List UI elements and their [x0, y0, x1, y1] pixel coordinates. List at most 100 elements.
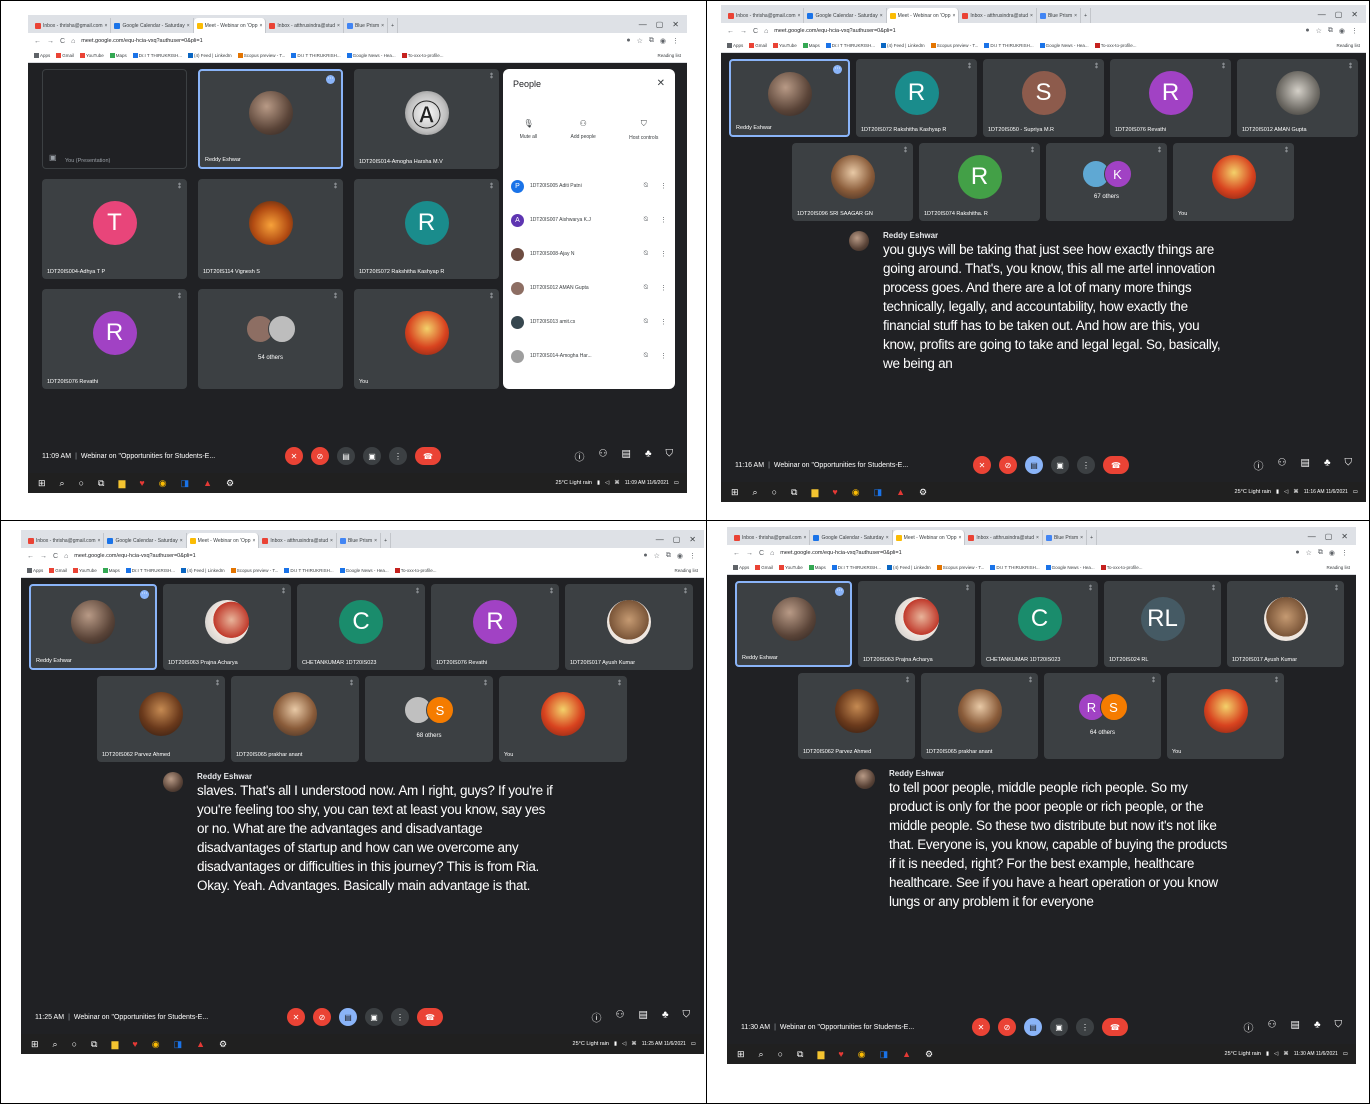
minimize-button[interactable]: — [1308, 532, 1316, 541]
participant-tile[interactable]: ⁑ RL 1DT20IS024 RL [1104, 581, 1221, 667]
pin-icon[interactable]: ⁑ [1152, 677, 1155, 684]
security-icon[interactable]: ♥ [139, 478, 144, 488]
volume-icon[interactable]: ◁ [1274, 1051, 1278, 1057]
tab-close-icon[interactable]: × [1074, 13, 1077, 19]
bookmark-item[interactable]: (4) Feed | LinkedIn [881, 43, 925, 49]
profile-icon[interactable]: ◉ [1329, 549, 1335, 557]
notifications-icon[interactable]: ▭ [674, 480, 679, 486]
participant-tile[interactable]: ⁑ S 68 others [365, 676, 493, 762]
participant-tile[interactable]: ⁑ K 67 others [1046, 143, 1167, 221]
pin-icon[interactable]: ⁑ [1212, 585, 1215, 592]
tab-close-icon[interactable]: × [330, 538, 333, 544]
camera-off-button[interactable]: ⊘ [999, 456, 1017, 474]
minimize-button[interactable]: — [656, 535, 664, 544]
participant-tile[interactable]: ⋯ Reddy Eshwar [729, 59, 850, 137]
file-explorer-icon[interactable]: ▆ [111, 1039, 118, 1050]
participant-tile[interactable]: ⁑ S 1DT20IS050 - Supriya M.R [983, 59, 1104, 137]
profile-icon[interactable]: ◉ [1339, 27, 1345, 35]
camera-icon[interactable]: ● [643, 552, 647, 560]
participant-tile[interactable]: ⁑ R 1DT20IS074 Rakshitha. R [919, 143, 1040, 221]
file-explorer-icon[interactable]: ▆ [817, 1049, 824, 1060]
pin-icon[interactable]: ⁑ [490, 73, 493, 80]
mic-off-icon[interactable]: ⍉ [644, 352, 648, 360]
people-list-item[interactable]: 1DT20IS014-Amogha Har... ⍉ ⋮ [511, 339, 667, 373]
language-icon[interactable]: ⌘ [614, 480, 620, 486]
participant-tile[interactable]: ⁑ You [499, 676, 627, 762]
back-icon[interactable]: ← [27, 553, 34, 560]
captions-button[interactable]: ▤ [337, 447, 355, 465]
system-clock[interactable]: 11:25 AM 11/6/2021 [642, 1041, 686, 1047]
participant-tile[interactable]: ⁑ T 1DT20IS004-Adhya T P [42, 179, 187, 279]
system-clock[interactable]: 11:16 AM 11/6/2021 [1304, 489, 1348, 495]
more-options-button[interactable]: ⋮ [391, 1008, 409, 1026]
maximize-button[interactable]: ▢ [1335, 10, 1343, 19]
browser-tab[interactable]: Google Calendar - Saturday × [111, 18, 194, 33]
mic-off-icon[interactable]: ⍉ [644, 182, 648, 190]
participant-tile[interactable]: ⁑ 1DT20IS065 prakhar anant [921, 673, 1038, 759]
start-icon[interactable]: ⊞ [31, 1039, 39, 1050]
add-people-button[interactable]: ⚇ Add people [571, 119, 596, 141]
leave-call-button[interactable]: ☎ [415, 447, 441, 465]
chrome-icon[interactable]: ◉ [159, 478, 167, 489]
people-icon[interactable]: ⚇ [1268, 1020, 1277, 1035]
bookmark-item[interactable]: Google News - Hea... [339, 568, 389, 574]
file-explorer-icon[interactable]: ▆ [811, 487, 818, 498]
browser-tab[interactable]: Google Calendar - Saturday × [104, 533, 187, 548]
pin-icon[interactable]: ⁑ [684, 588, 687, 595]
tab-close-icon[interactable]: × [374, 538, 377, 544]
back-icon[interactable]: ← [733, 550, 740, 557]
participant-tile[interactable]: ⁑ You [1173, 143, 1294, 221]
bookmark-item[interactable]: (4) Feed | LinkedIn [887, 565, 931, 571]
weather-label[interactable]: 25°C Light rain [556, 480, 592, 486]
mic-off-icon[interactable]: ⍉ [644, 250, 648, 258]
maximize-button[interactable]: ▢ [673, 535, 681, 544]
weather-label[interactable]: 25°C Light rain [573, 1041, 609, 1047]
pin-icon[interactable]: ⁑ [1089, 585, 1092, 592]
language-icon[interactable]: ⌘ [1283, 1051, 1289, 1057]
participant-tile[interactable]: ⁑ R 1DT20IS072 Rakshitha Kashyap R [354, 179, 499, 279]
menu-icon[interactable]: ⋮ [672, 37, 679, 45]
bookmark-item[interactable]: Apps [727, 43, 743, 49]
maximize-button[interactable]: ▢ [656, 20, 664, 29]
bookmark-item[interactable]: Dr.I T THIRUKRISH... [831, 565, 881, 571]
leave-call-button[interactable]: ☎ [1103, 456, 1129, 474]
host-controls-icon[interactable]: ⛉ [1335, 1020, 1343, 1035]
browser-tab[interactable]: Inbox - thrisha@gmail.com × [25, 533, 105, 548]
more-vert-icon[interactable]: ⋮ [660, 182, 667, 190]
participant-tile[interactable]: ⁑ 1DT20IS063 Prajna Acharya [858, 581, 975, 667]
chat-icon[interactable]: ▤ [638, 1010, 647, 1025]
profile-icon[interactable]: ◉ [660, 37, 666, 45]
star-icon[interactable]: ☆ [1316, 27, 1322, 35]
tab-close-icon[interactable]: × [337, 23, 340, 29]
activities-icon[interactable]: ♣ [662, 1010, 669, 1025]
bookmark-item[interactable]: To-xxx-to-profile... [401, 53, 443, 59]
people-icon[interactable]: ⚇ [1278, 458, 1287, 473]
people-list-item[interactable]: 1DT20IS013 amit.cs ⍉ ⋮ [511, 305, 667, 339]
present-button[interactable]: ▣ [363, 447, 381, 465]
bookmark-item[interactable]: To-xxx-to-profile... [394, 568, 436, 574]
people-icon[interactable]: ⚇ [599, 449, 608, 464]
participant-tile[interactable]: ⁑ 1DT20IS012 AMAN Gupta [1237, 59, 1358, 137]
participant-tile[interactable]: ⁑ 1DT20IS114 Vignesh S [198, 179, 343, 279]
tab-close-icon[interactable]: × [798, 13, 801, 19]
chat-icon[interactable]: ▤ [1300, 458, 1309, 473]
notifications-icon[interactable]: ▭ [691, 1041, 696, 1047]
people-list-item[interactable]: A 1DT20IS007 Aishwarya K.J ⍉ ⋮ [511, 203, 667, 237]
activities-icon[interactable]: ♣ [1314, 1020, 1321, 1035]
language-icon[interactable]: ⌘ [1293, 489, 1299, 495]
browser-tab[interactable]: Google Calendar - Saturday × [804, 8, 887, 23]
pin-icon[interactable]: ⁑ [904, 147, 907, 154]
pin-icon[interactable]: ⁑ [1029, 677, 1032, 684]
participant-tile[interactable]: ⁑ R S 64 others [1044, 673, 1161, 759]
chrome-icon[interactable]: ◉ [152, 1039, 160, 1050]
more-vert-icon[interactable]: ⋮ [660, 216, 667, 224]
pin-icon[interactable]: ⁑ [1349, 63, 1352, 70]
outlook-icon[interactable]: ◨ [880, 1049, 889, 1060]
host-controls-icon[interactable]: ⛉ [1345, 458, 1353, 473]
minimize-button[interactable]: — [1318, 10, 1326, 19]
activities-icon[interactable]: ♣ [645, 449, 652, 464]
back-icon[interactable]: ← [34, 38, 41, 45]
file-explorer-icon[interactable]: ▆ [118, 478, 125, 489]
participant-tile[interactable]: ⁑ 1DT20IS063 Prajna Acharya [163, 584, 291, 670]
participant-tile[interactable]: ⁑ R 1DT20IS076 Revathi [42, 289, 187, 389]
